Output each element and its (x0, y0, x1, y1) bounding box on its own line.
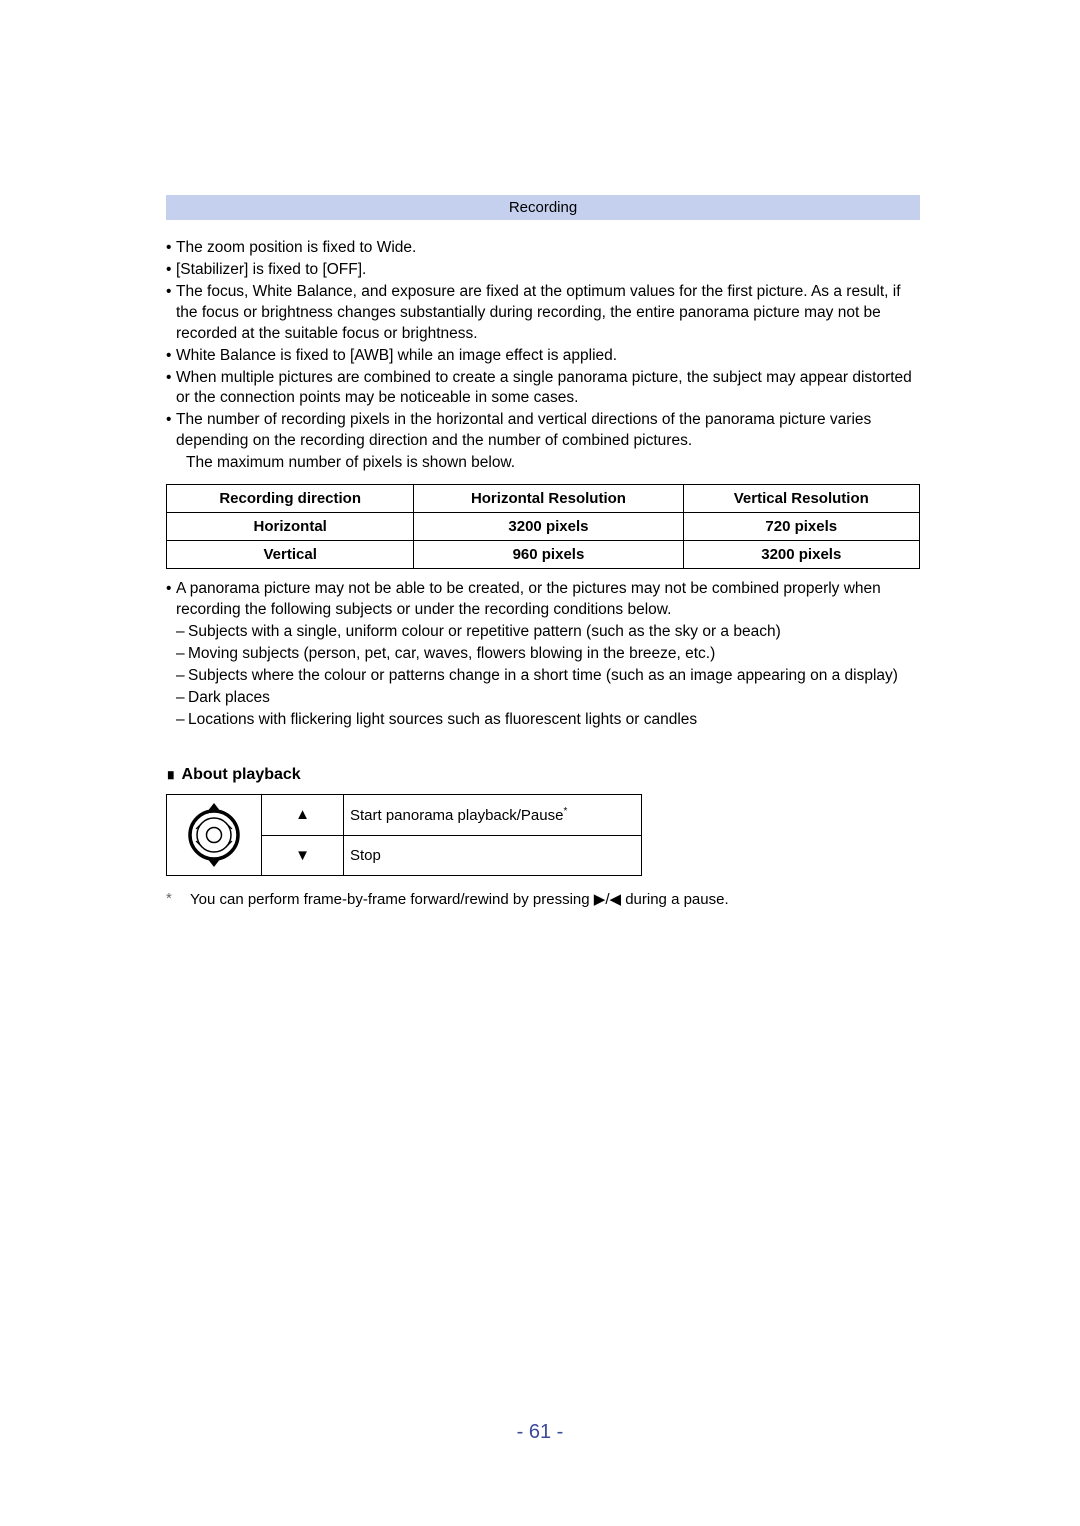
square-bullet-icon: ∎ (166, 766, 176, 783)
note-item: The zoom position is fixed to Wide. (176, 238, 920, 259)
note-subitem: Locations with flickering light sources … (188, 710, 920, 731)
table-header: Vertical Resolution (683, 485, 919, 513)
note-item: A panorama picture may not be able to be… (176, 579, 920, 621)
table-row: Horizontal 3200 pixels 720 pixels (167, 513, 920, 541)
footnote: * You can perform frame-by-frame forward… (166, 890, 920, 908)
table-row: Vertical 960 pixels 3200 pixels (167, 541, 920, 569)
notes-list-bottom: •A panorama picture may not be able to b… (166, 579, 920, 730)
down-arrow-cell: ▼ (262, 835, 344, 875)
table-cell: 3200 pixels (414, 513, 683, 541)
up-desc-cell: Start panorama playback/Pause* (344, 794, 642, 835)
table-cell: 3200 pixels (683, 541, 919, 569)
table-header: Recording direction (167, 485, 414, 513)
dpad-diagram-cell (167, 794, 262, 875)
dpad-icon (187, 803, 241, 867)
table-cell: 960 pixels (414, 541, 683, 569)
document-page: Recording •The zoom position is fixed to… (0, 0, 1080, 908)
table-cell: Horizontal (167, 513, 414, 541)
table-header: Horizontal Resolution (414, 485, 683, 513)
table-cell: 720 pixels (683, 513, 919, 541)
note-subitem: Subjects with a single, uniform colour o… (188, 622, 920, 643)
note-item: When multiple pictures are combined to c… (176, 368, 920, 410)
section-header: Recording (166, 195, 920, 220)
up-arrow-cell: ▲ (262, 794, 344, 835)
note-subitem: Dark places (188, 688, 920, 709)
footnote-marker: * (166, 890, 190, 908)
table-cell: Vertical (167, 541, 414, 569)
note-item: The focus, White Balance, and exposure a… (176, 282, 920, 345)
playback-table: ▲ Start panorama playback/Pause* ▼ Stop (166, 794, 642, 876)
note-item: [Stabilizer] is fixed to [OFF]. (176, 260, 920, 281)
note-item-tail: The maximum number of pixels is shown be… (176, 453, 920, 474)
about-playback-heading: ∎About playback (166, 765, 920, 784)
page-number: - 61 - (0, 1421, 1080, 1444)
resolution-table: Recording direction Horizontal Resolutio… (166, 484, 920, 569)
note-item: White Balance is fixed to [AWB] while an… (176, 346, 920, 367)
note-subitem: Moving subjects (person, pet, car, waves… (188, 644, 920, 665)
note-item: The number of recording pixels in the ho… (176, 410, 920, 452)
notes-list-top: •The zoom position is fixed to Wide. •[S… (166, 238, 920, 474)
down-desc-cell: Stop (344, 835, 642, 875)
note-subitem: Subjects where the colour or patterns ch… (188, 666, 920, 687)
